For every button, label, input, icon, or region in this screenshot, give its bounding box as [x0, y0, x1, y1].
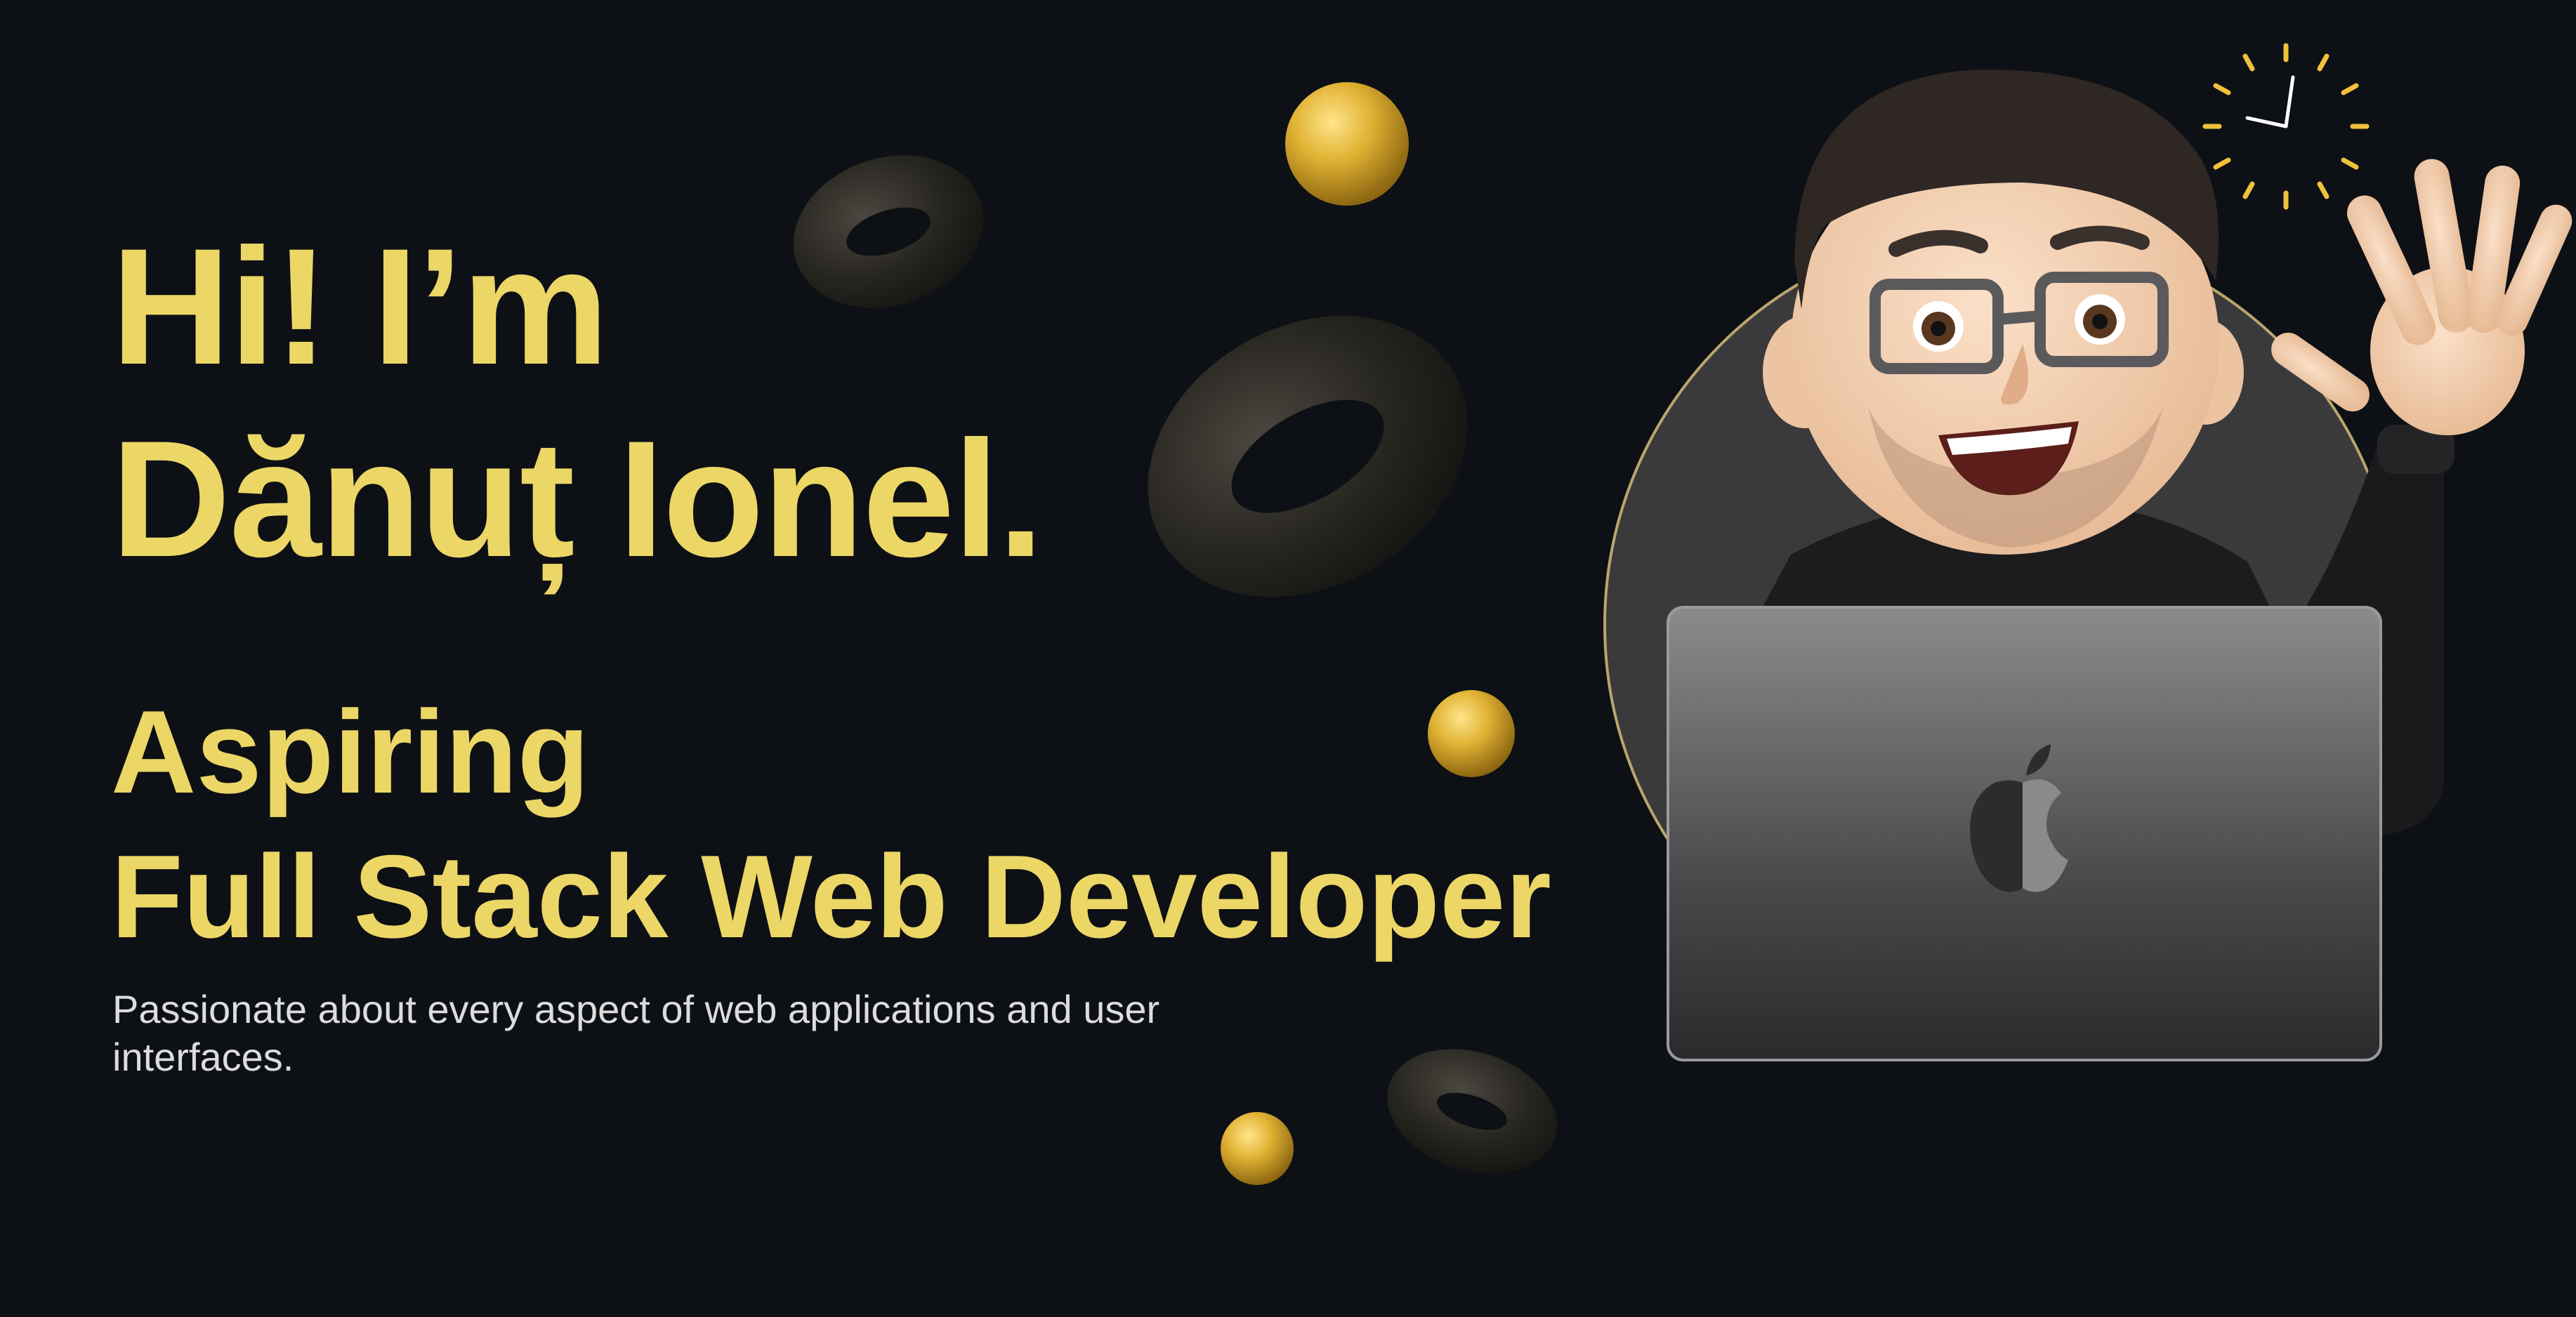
memoji-avatar	[1603, 43, 2572, 1061]
greeting-line: Hi! I’m	[111, 214, 609, 399]
hero-section: Hi! I’m Dănuț Ionel. Aspiring Full Stack…	[0, 0, 2576, 1317]
hero-headline: Hi! I’m Dănuț Ionel.	[111, 211, 1044, 595]
name-line: Dănuț Ionel.	[111, 406, 1044, 592]
gold-sphere	[1221, 1112, 1294, 1185]
role-line-title: Full Stack Web Developer	[111, 830, 1551, 962]
role-line-aspiring: Aspiring	[111, 686, 590, 818]
gold-sphere	[1285, 82, 1409, 206]
tagline: Passionate about every aspect of web app…	[112, 987, 1160, 1079]
dark-torus	[1148, 315, 1468, 597]
floating-shapes	[793, 82, 1557, 1185]
clock-icon	[2202, 43, 2370, 210]
avatar-eyebrow	[2050, 225, 2150, 250]
role-title: Aspiring Full Stack Web Developer	[111, 680, 1551, 969]
